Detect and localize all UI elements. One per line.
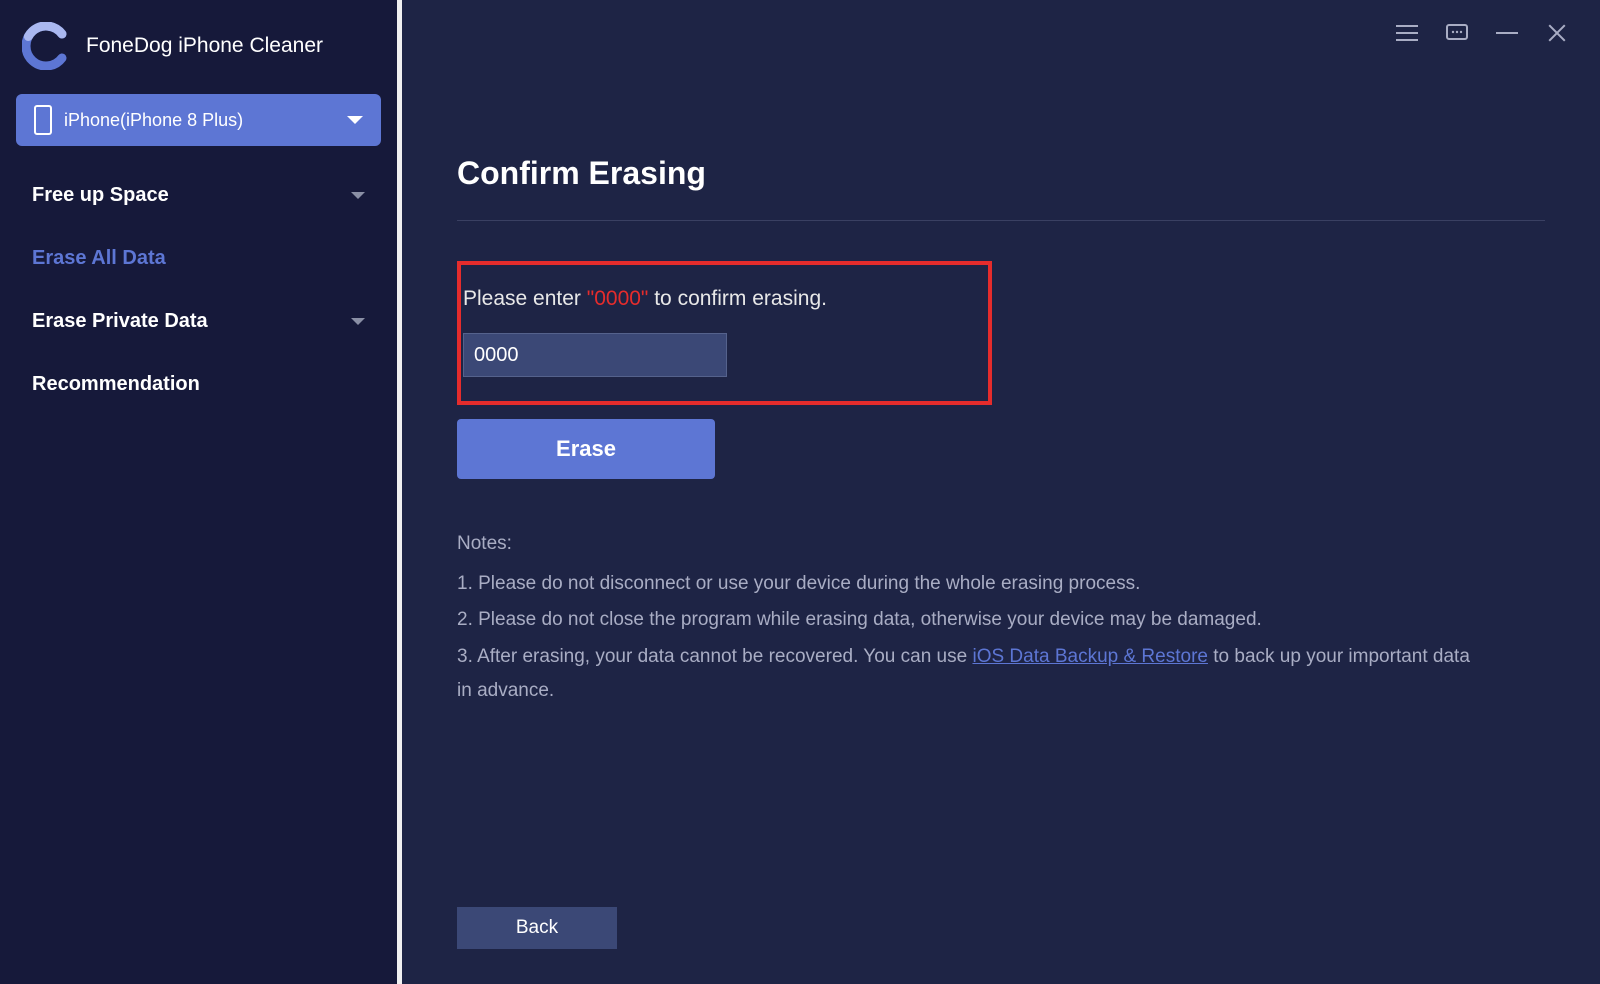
- sidebar-item-label: Erase Private Data: [32, 310, 208, 333]
- back-button[interactable]: Back: [457, 907, 617, 949]
- notes-header: Notes:: [457, 527, 1472, 561]
- content-inner: Confirm Erasing Please enter "0000" to c…: [402, 0, 1600, 708]
- main-content: Confirm Erasing Please enter "0000" to c…: [402, 0, 1600, 984]
- note-2: 2. Please do not close the program while…: [457, 603, 1472, 637]
- app-logo-icon: [22, 22, 70, 70]
- app-header: FoneDog iPhone Cleaner: [0, 0, 397, 94]
- confirm-text: Please enter "0000" to confirm erasing.: [463, 287, 988, 311]
- chevron-down-icon: [351, 192, 365, 199]
- sidebar-item-erase-private-data[interactable]: Erase Private Data: [0, 290, 397, 353]
- note-3: 3. After erasing, your data cannot be re…: [457, 640, 1472, 708]
- minimize-icon[interactable]: [1494, 20, 1520, 46]
- close-icon[interactable]: [1544, 20, 1570, 46]
- note-1: 1. Please do not disconnect or use your …: [457, 567, 1472, 601]
- titlebar: [1364, 0, 1600, 66]
- device-label: iPhone(iPhone 8 Plus): [64, 110, 347, 131]
- highlight-box: Please enter "0000" to confirm erasing.: [457, 261, 992, 405]
- app-title: FoneDog iPhone Cleaner: [86, 34, 323, 58]
- notes-section: Notes: 1. Please do not disconnect or us…: [457, 527, 1472, 708]
- confirm-prefix: Please enter: [463, 287, 587, 310]
- phone-icon: [34, 105, 52, 135]
- device-selector[interactable]: iPhone(iPhone 8 Plus): [16, 94, 381, 146]
- feedback-icon[interactable]: [1444, 20, 1470, 46]
- ios-backup-link[interactable]: iOS Data Backup & Restore: [972, 646, 1208, 667]
- confirm-code: "0000": [587, 287, 649, 310]
- confirm-code-input[interactable]: [463, 333, 727, 377]
- page-title: Confirm Erasing: [457, 155, 1545, 221]
- chevron-down-icon: [351, 318, 365, 325]
- sidebar-item-label: Recommendation: [32, 373, 200, 396]
- chevron-down-icon: [347, 116, 363, 124]
- sidebar-item-erase-all-data[interactable]: Erase All Data: [0, 227, 397, 290]
- menu-icon[interactable]: [1394, 20, 1420, 46]
- confirm-suffix: to confirm erasing.: [648, 287, 827, 310]
- sidebar-item-label: Free up Space: [32, 184, 169, 207]
- sidebar-item-free-up-space[interactable]: Free up Space: [0, 164, 397, 227]
- sidebar: FoneDog iPhone Cleaner iPhone(iPhone 8 P…: [0, 0, 402, 984]
- erase-button[interactable]: Erase: [457, 419, 715, 479]
- sidebar-item-label: Erase All Data: [32, 247, 166, 270]
- sidebar-item-recommendation[interactable]: Recommendation: [0, 353, 397, 416]
- note-3-prefix: 3. After erasing, your data cannot be re…: [457, 646, 972, 667]
